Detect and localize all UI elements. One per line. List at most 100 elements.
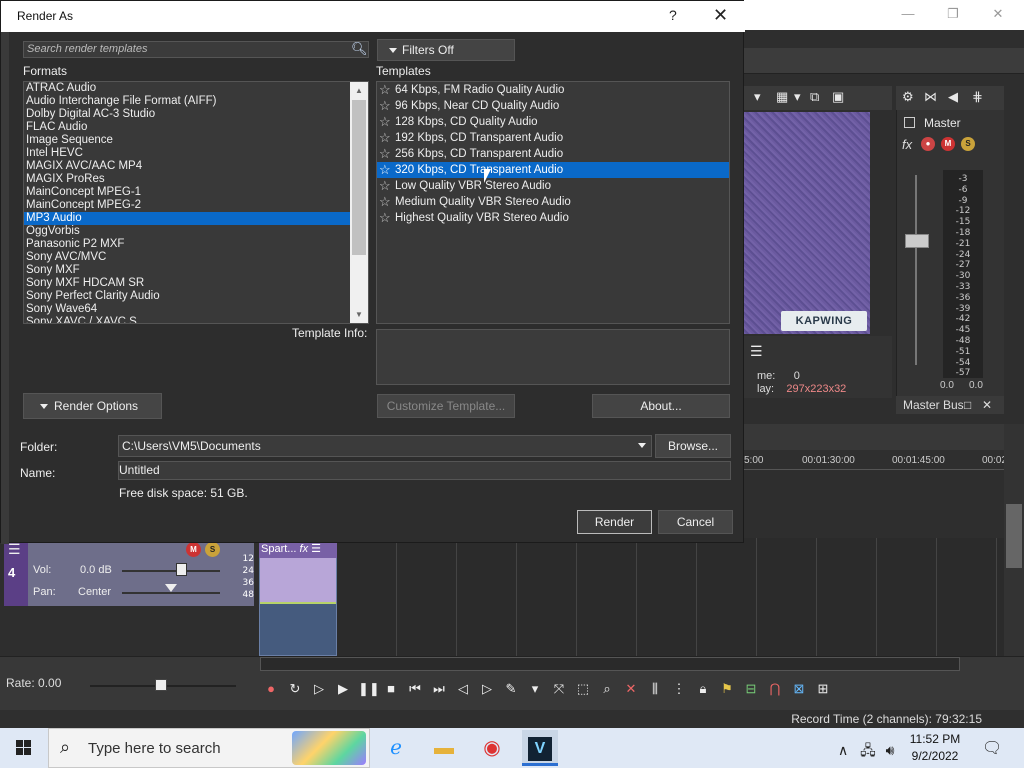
play-icon[interactable]: ▶ <box>334 680 352 698</box>
template-item[interactable]: ☆ 64 Kbps, FM Radio Quality Audio <box>377 82 729 98</box>
search-icon[interactable]: 🔍︎ <box>351 41 368 57</box>
restore-icon[interactable]: ❐ <box>943 4 963 24</box>
fx-icon[interactable]: fx <box>300 543 309 555</box>
customize-template-button[interactable]: Customize Template... <box>377 394 515 418</box>
browse-button[interactable]: Browse... <box>655 434 731 458</box>
timeline-area[interactable] <box>337 538 1004 656</box>
master-checkbox[interactable] <box>904 117 915 128</box>
undock-icon[interactable]: □ <box>964 396 971 414</box>
render-button[interactable]: Render <box>577 510 652 534</box>
format-item[interactable]: MainConcept MPEG-2 <box>24 199 368 212</box>
star-icon[interactable]: ☆ <box>379 178 391 194</box>
format-item[interactable]: Sony MXF HDCAM SR <box>24 277 368 290</box>
split-icon[interactable]: ⋮ <box>670 680 688 698</box>
chrome-icon[interactable]: ◉ <box>474 730 510 766</box>
format-item[interactable]: Intel HEVC <box>24 147 368 160</box>
hamburger-icon[interactable]: ☰ <box>311 543 321 555</box>
region-icon[interactable]: ⊟ <box>742 680 760 698</box>
lock-icon[interactable]: 🔒︎ <box>694 680 712 698</box>
copy-snapshot-icon[interactable]: ⧉ <box>810 89 819 105</box>
format-item[interactable]: Image Sequence <box>24 134 368 147</box>
delete-icon[interactable]: ✕ <box>622 680 640 698</box>
format-item[interactable]: MAGIX AVC/AAC MP4 <box>24 160 368 173</box>
format-item[interactable]: FLAC Audio <box>24 121 368 134</box>
gear-icon[interactable]: ⚙ <box>902 89 914 105</box>
dropdown-icon[interactable]: ▾ <box>754 89 761 105</box>
zoom-tool-icon[interactable]: ⌕ <box>598 680 616 698</box>
format-item[interactable]: Sony Wave64 <box>24 303 368 316</box>
grid-icon[interactable]: ▦ <box>776 89 788 105</box>
format-item[interactable]: Panasonic P2 MXF <box>24 238 368 251</box>
selection-tool-icon[interactable]: ⬚ <box>574 680 592 698</box>
search-highlight-art[interactable] <box>292 731 366 765</box>
snap-icon[interactable]: ⋂ <box>766 680 784 698</box>
start-button[interactable] <box>0 728 48 768</box>
mute-badge-icon[interactable]: M <box>941 137 955 151</box>
play-from-start-icon[interactable]: ▷ <box>310 680 328 698</box>
about-button[interactable]: About... <box>592 394 730 418</box>
star-icon[interactable]: ☆ <box>379 98 391 114</box>
template-item[interactable]: ☆ Low Quality VBR Stereo Audio <box>377 178 729 194</box>
horizontal-scrollbar[interactable] <box>260 657 960 671</box>
volume-icon[interactable]: 🔊︎ <box>886 742 895 758</box>
vertical-scroll-thumb[interactable] <box>1006 504 1022 568</box>
save-snapshot-icon[interactable]: ▣ <box>832 89 844 105</box>
filters-button[interactable]: Filters Off <box>377 39 515 61</box>
hamburger-icon[interactable]: ☰ <box>750 344 766 358</box>
close-app-icon[interactable]: ✕ <box>988 4 1008 24</box>
template-item[interactable]: ☆ 192 Kbps, CD Transparent Audio <box>377 130 729 146</box>
star-icon[interactable]: ☆ <box>379 210 391 226</box>
rate-slider[interactable] <box>155 679 167 691</box>
file-explorer-icon[interactable]: ▬ <box>426 730 462 766</box>
go-to-start-icon[interactable]: ⏮ <box>406 680 424 698</box>
stop-icon[interactable]: ■ <box>382 680 400 698</box>
close-icon[interactable]: ✕ <box>982 396 992 414</box>
format-item[interactable]: OggVorbis <box>24 225 368 238</box>
fx-icon[interactable]: fx <box>902 137 912 152</box>
format-item[interactable]: Sony XAVC / XAVC S <box>24 316 368 323</box>
render-options-button[interactable]: Render Options <box>23 393 162 419</box>
dropdown-icon[interactable]: ▾ <box>526 680 544 698</box>
template-item[interactable]: ☆ 256 Kbps, CD Transparent Audio <box>377 146 729 162</box>
timeline-ruler[interactable]: 5:00 00:01:30:00 00:01:45:00 00:02 <box>744 450 1007 470</box>
format-item[interactable]: Dolby Digital AC-3 Studio <box>24 108 368 121</box>
template-item[interactable]: ☆ 128 Kbps, CD Quality Audio <box>377 114 729 130</box>
notifications-icon[interactable]: 🗨︎ <box>982 738 1002 758</box>
auto-ripple-icon[interactable]: ⊠ <box>790 680 808 698</box>
chevron-down-icon[interactable] <box>638 443 646 448</box>
file-name-input[interactable]: Untitled <box>118 461 731 480</box>
master-fader[interactable] <box>905 234 929 248</box>
formats-list[interactable]: ATRAC Audio Audio Interchange File Forma… <box>23 81 369 324</box>
help-icon[interactable]: ? <box>669 7 677 23</box>
prev-frame-icon[interactable]: ◁ <box>454 680 472 698</box>
formats-scroll-thumb[interactable] <box>352 100 366 255</box>
format-item[interactable]: ATRAC Audio <box>24 82 368 95</box>
star-icon[interactable]: ☆ <box>379 114 391 130</box>
format-item[interactable]: MAGIX ProRes <box>24 173 368 186</box>
pan-slider[interactable] <box>165 584 177 592</box>
format-item[interactable]: Sony Perfect Clarity Audio <box>24 290 368 303</box>
envelope-tool-icon[interactable]: ⤧ <box>550 680 568 698</box>
format-item-selected[interactable]: MP3 Audio <box>24 212 368 225</box>
templates-list[interactable]: ☆ 64 Kbps, FM Radio Quality Audio ☆ 96 Kbp… <box>376 81 730 324</box>
star-icon[interactable]: ☆ <box>379 82 391 98</box>
mixer-settings-icon[interactable]: ⋕ <box>972 89 983 105</box>
grid-settings-icon[interactable]: ⊞ <box>814 680 832 698</box>
chevron-up-icon[interactable]: ∧ <box>838 742 848 758</box>
downmix-icon[interactable]: ⋈ <box>924 89 937 105</box>
folder-path-combo[interactable]: C:\Users\VM5\Documents <box>118 435 652 457</box>
solo-badge-icon[interactable]: S <box>961 137 975 151</box>
star-icon[interactable]: ☆ <box>379 162 391 178</box>
format-item[interactable]: Audio Interchange File Format (AIFF) <box>24 95 368 108</box>
pause-icon[interactable]: ❚❚ <box>358 680 380 698</box>
cancel-button[interactable]: Cancel <box>658 510 733 534</box>
hamburger-icon[interactable]: ☰ <box>8 542 21 556</box>
mute-badge-icon[interactable]: M <box>186 542 201 557</box>
scroll-down-icon[interactable]: ▼ <box>350 307 368 323</box>
next-frame-icon[interactable]: ▷ <box>478 680 496 698</box>
star-icon[interactable]: ☆ <box>379 130 391 146</box>
dropdown-icon[interactable]: ▾ <box>794 89 801 105</box>
star-icon[interactable]: ☆ <box>379 146 391 162</box>
solo-badge-icon[interactable]: S <box>205 542 220 557</box>
format-item[interactable]: Sony AVC/MVC <box>24 251 368 264</box>
